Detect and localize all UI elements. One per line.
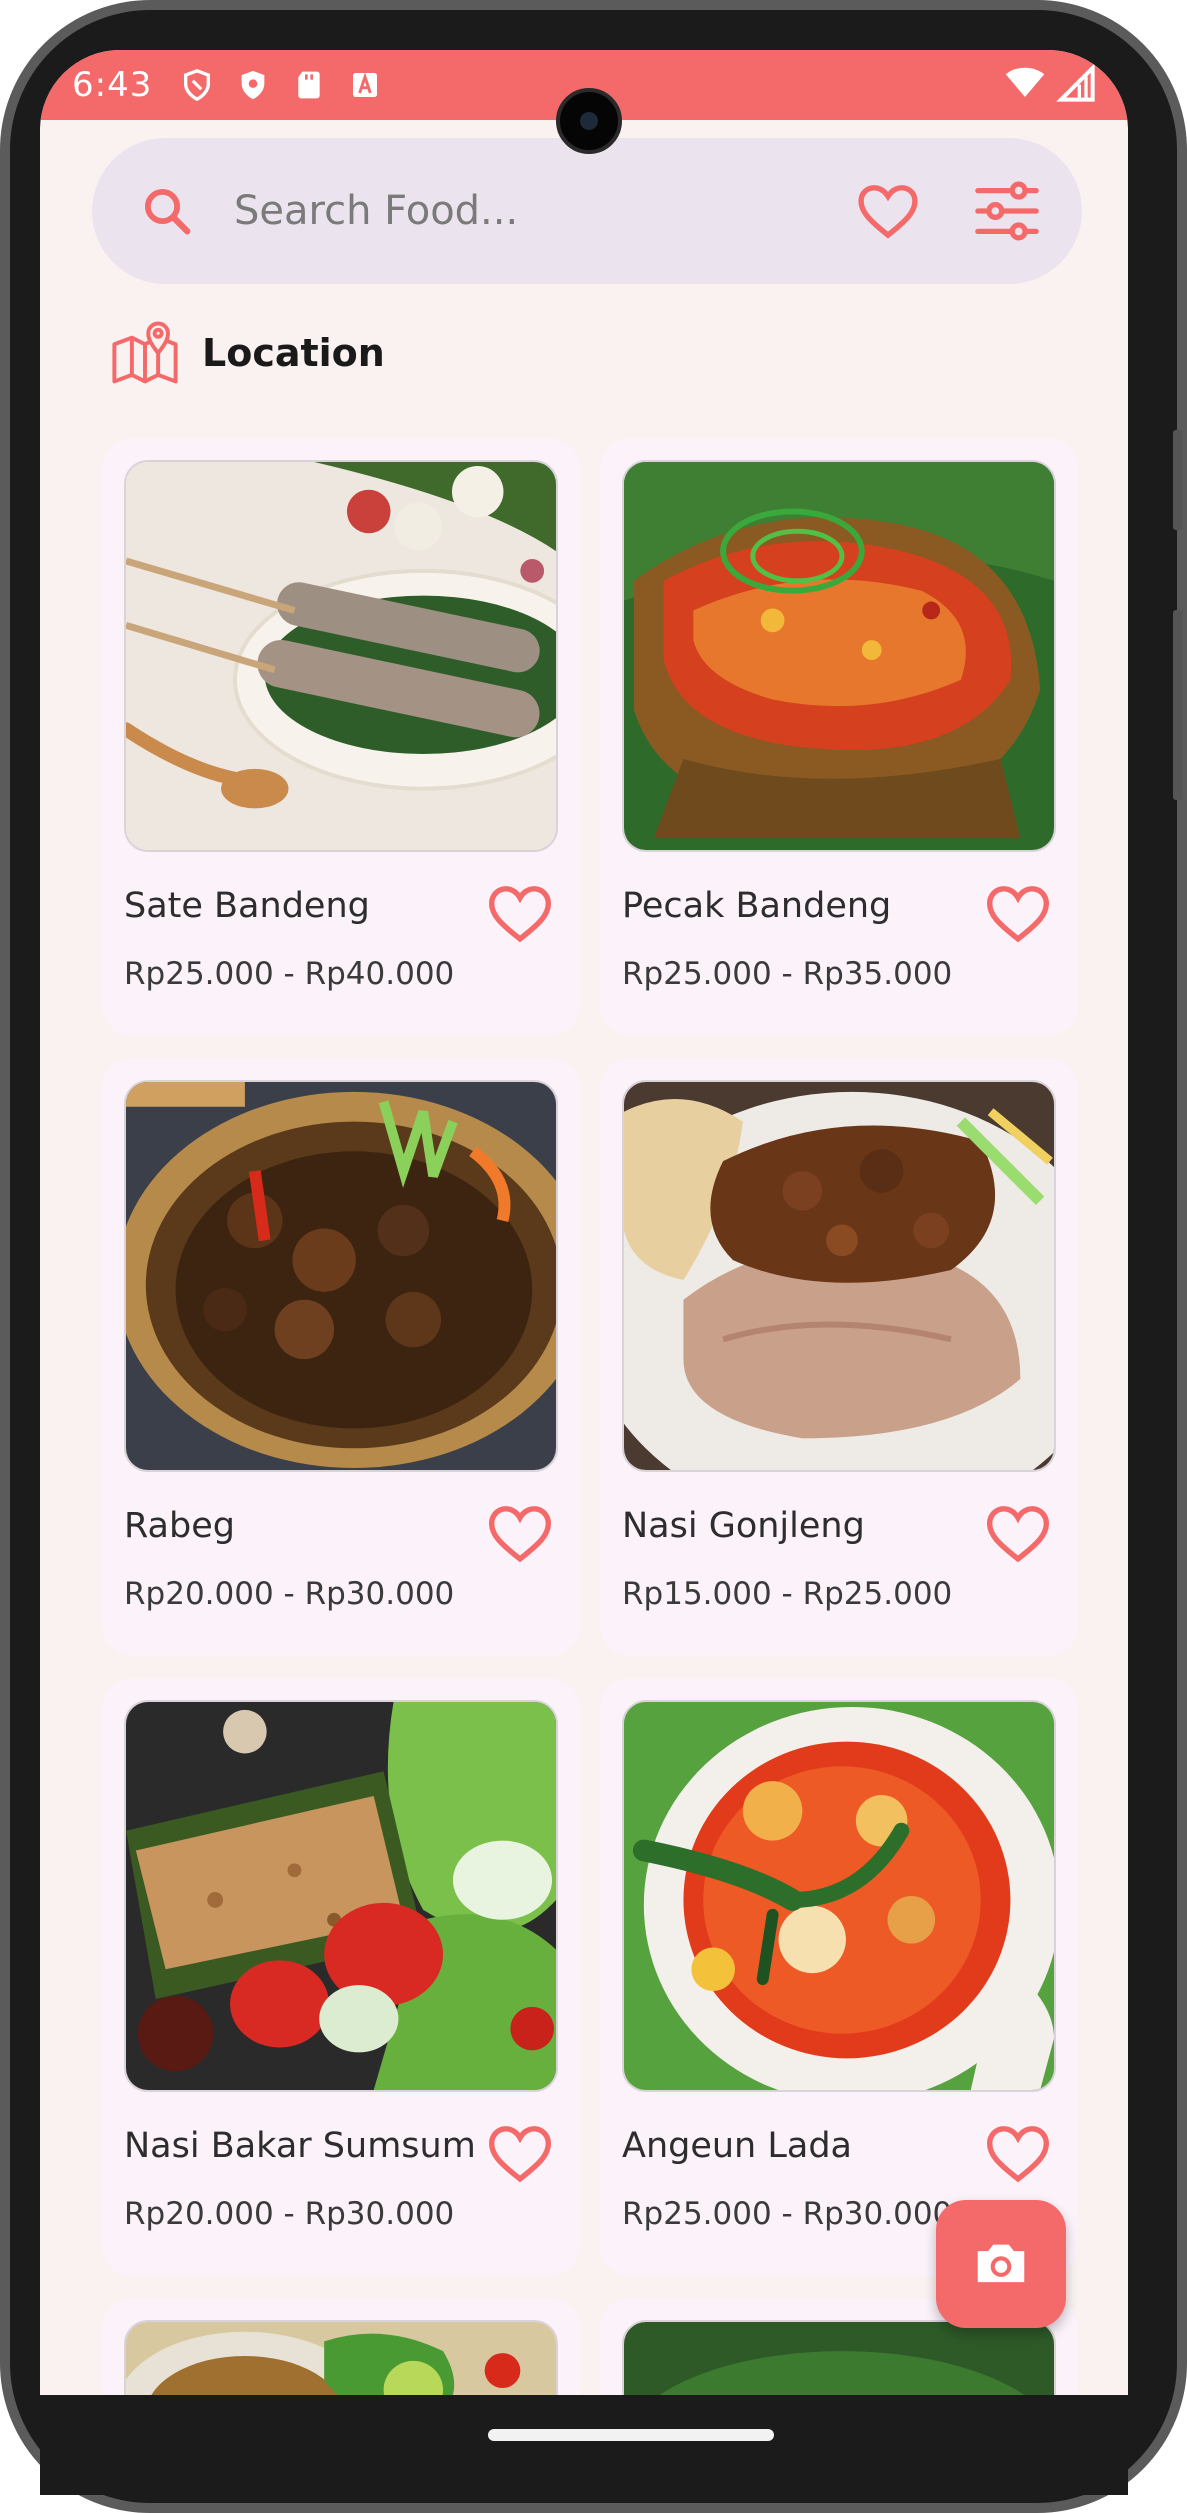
signal-icon — [1056, 63, 1096, 107]
food-photo-nasi-bakar-sumsum — [124, 1700, 558, 2092]
gesture-nav-bar — [40, 2395, 1128, 2495]
status-right — [1004, 62, 1096, 108]
food-name: Nasi Gonjleng — [622, 1506, 865, 1546]
wifi-icon — [1004, 62, 1046, 108]
front-camera — [556, 88, 622, 154]
location-button[interactable]: Location — [110, 318, 385, 388]
food-photo-pecak-bandeng — [622, 460, 1056, 852]
food-price: Rp25.000 - Rp35.000 — [622, 956, 953, 992]
shield-filled-icon — [234, 66, 272, 104]
food-price: Rp20.000 - Rp30.000 — [124, 1576, 455, 1612]
food-name: Angeun Lada — [622, 2126, 852, 2166]
food-photo-nasi-gonjleng — [622, 1080, 1056, 1472]
food-photo-partial — [124, 2320, 558, 2395]
heart-icon[interactable] — [486, 880, 554, 944]
food-photo-partial — [622, 2320, 1056, 2395]
food-card[interactable]: Pecak Bandeng Rp25.000 - Rp35.000 — [600, 438, 1078, 1036]
food-price: Rp15.000 - Rp25.000 — [622, 1576, 953, 1612]
food-card[interactable]: Nasi Gonjleng Rp15.000 - Rp25.000 — [600, 1058, 1078, 1656]
food-name: Sate Bandeng — [124, 886, 370, 926]
heart-icon[interactable] — [984, 880, 1052, 944]
food-name: Rabeg — [124, 1506, 235, 1546]
food-price: Rp25.000 - Rp30.000 — [622, 2196, 953, 2232]
food-card[interactable]: Sate Bandeng Rp25.000 - Rp40.000 — [102, 438, 580, 1036]
search-icon — [144, 188, 191, 235]
filter-sliders-icon[interactable] — [972, 176, 1042, 246]
favorites-heart-icon[interactable] — [854, 177, 922, 245]
home-gesture-handle[interactable] — [488, 2429, 774, 2441]
heart-icon[interactable] — [984, 1500, 1052, 1564]
food-name: Pecak Bandeng — [622, 886, 892, 926]
camera-icon — [977, 2244, 1025, 2283]
food-photo-sate-bandeng — [124, 460, 558, 852]
food-card[interactable]: Angeun Lada Rp25.000 - Rp30.000 — [600, 1678, 1078, 2276]
food-price: Rp20.000 - Rp30.000 — [124, 2196, 455, 2232]
food-card[interactable]: Nasi Bakar Sumsum Rp20.000 - Rp30.000 — [102, 1678, 580, 2276]
sd-card-icon — [290, 66, 328, 104]
food-price: Rp25.000 - Rp40.000 — [124, 956, 455, 992]
search-input[interactable]: Search Food... — [234, 188, 854, 234]
location-label: Location — [202, 331, 385, 375]
food-photo-angeun-lada — [622, 1700, 1056, 2092]
status-time: 6:43 — [72, 65, 153, 105]
font-a-icon — [346, 66, 384, 104]
heart-icon[interactable] — [486, 2120, 554, 2184]
food-card[interactable] — [102, 2298, 580, 2395]
food-card[interactable]: Rabeg Rp20.000 - Rp30.000 — [102, 1058, 580, 1656]
food-photo-rabeg — [124, 1080, 558, 1472]
app-screen: 6:43 Search Food... Location Sate Banden… — [40, 50, 1128, 2395]
food-name: Nasi Bakar Sumsum — [124, 2126, 476, 2166]
heart-icon[interactable] — [486, 1500, 554, 1564]
map-pin-icon — [112, 321, 178, 384]
search-bar[interactable]: Search Food... — [92, 138, 1082, 284]
shield-outline-icon — [178, 66, 216, 104]
camera-fab-button[interactable] — [936, 2200, 1066, 2328]
heart-icon[interactable] — [984, 2120, 1052, 2184]
volume-button — [1173, 430, 1183, 530]
power-button — [1173, 610, 1183, 800]
